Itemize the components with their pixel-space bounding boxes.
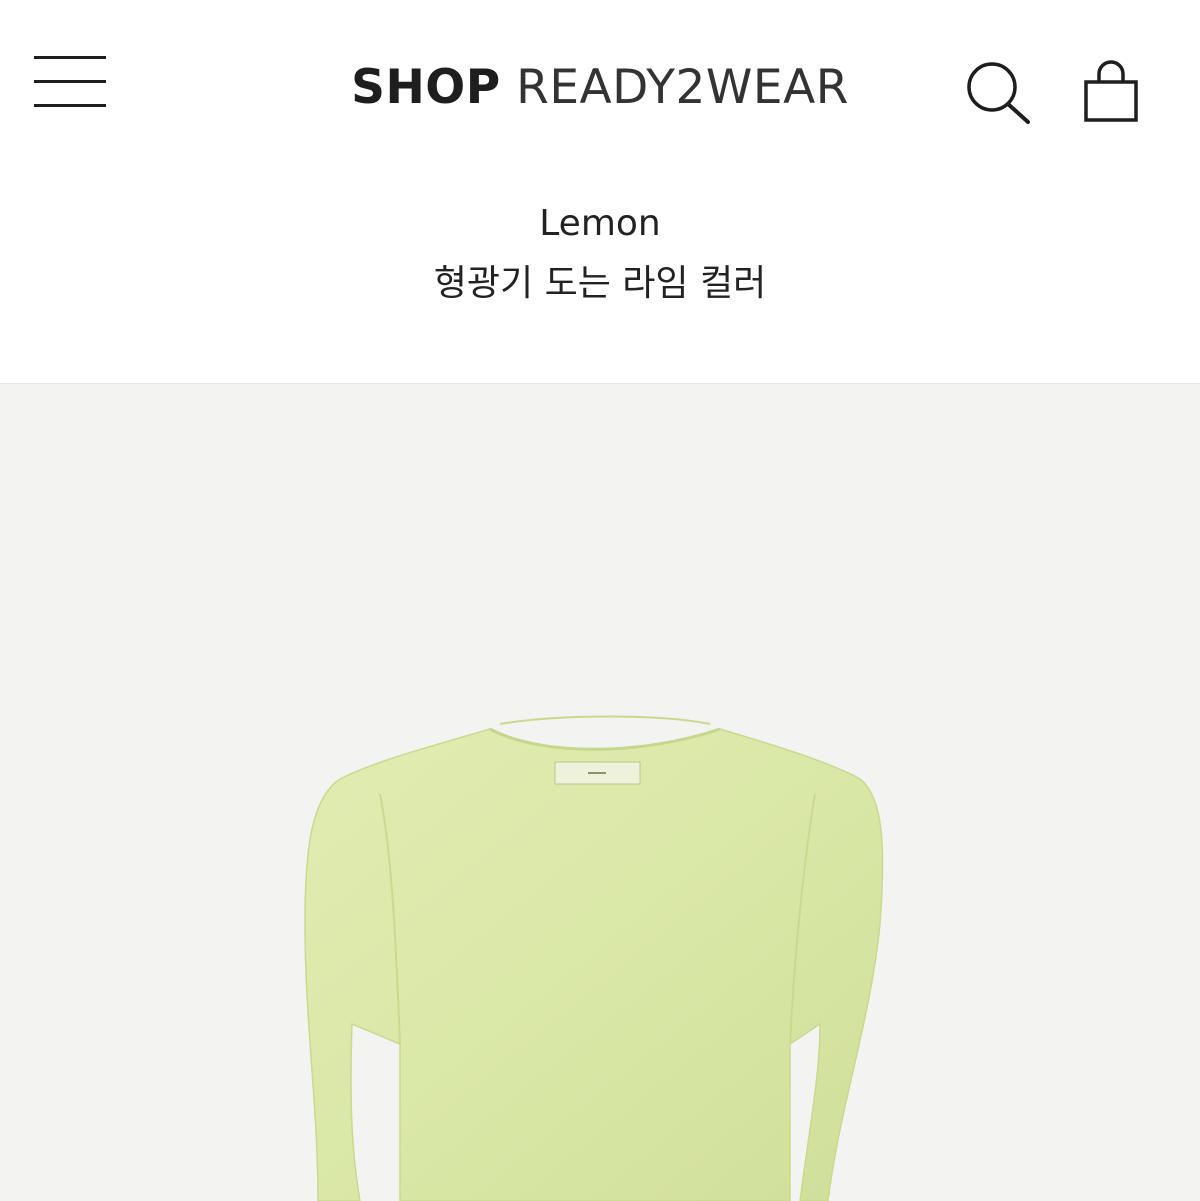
color-description: 형광기 도는 라임 컬러 [433, 263, 767, 304]
sweater-image [304, 715, 884, 1201]
shopping-bag-icon[interactable] [1076, 58, 1146, 124]
color-name: Lemon [539, 203, 661, 244]
search-icon[interactable] [962, 58, 1036, 128]
site-header: SHOP READY2WEAR [0, 0, 1200, 180]
logo-shop-text: SHOP [351, 60, 501, 115]
sweater-back-neck [499, 715, 711, 725]
product-image[interactable] [0, 383, 1200, 1201]
logo-brand-text: READY2WEAR [516, 60, 849, 115]
color-info: Lemon 형광기 도는 라임 컬러 [0, 196, 1200, 316]
